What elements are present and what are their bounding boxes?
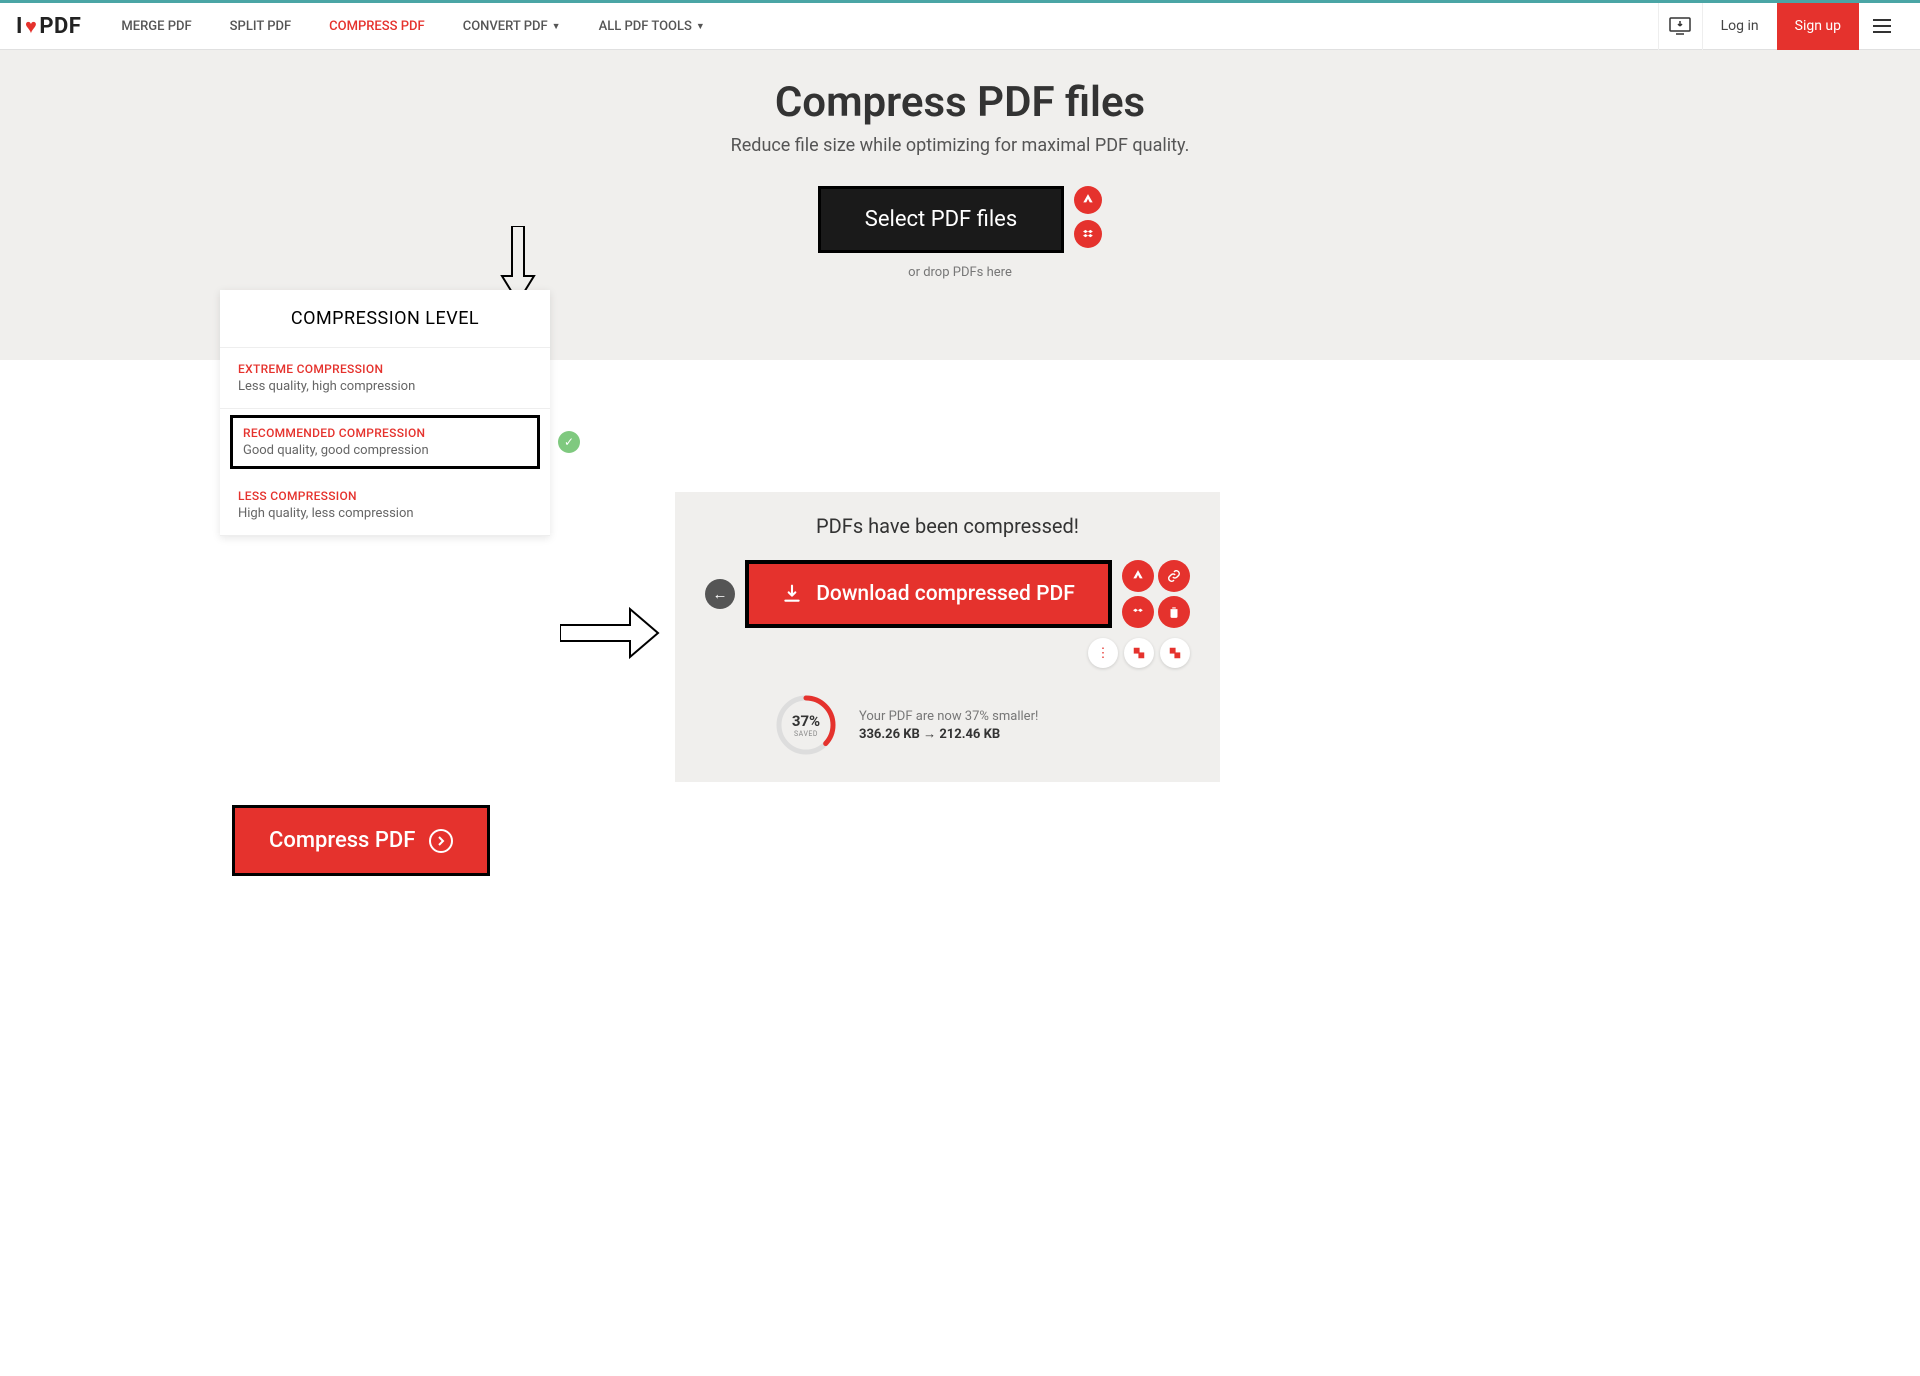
page-subtitle: Reduce file size while optimizing for ma… [0,135,1920,156]
logo-pre: I [16,14,23,39]
arrow-right-icon [560,605,660,661]
back-button[interactable]: ← [705,579,735,609]
signup-button[interactable]: Sign up [1777,3,1859,50]
option-name: EXTREME COMPRESSION [238,362,532,376]
size-before: 336.26 KB [859,727,920,742]
result-panel: PDFs have been compressed! ← Download co… [675,492,1220,782]
nav-merge[interactable]: MERGE PDF [121,19,191,34]
nav-all-tools[interactable]: ALL PDF TOOLS ▼ [599,19,705,34]
nav-convert[interactable]: CONVERT PDF ▼ [463,19,561,34]
compress-button[interactable]: Compress PDF [232,805,490,876]
compression-option-recommended[interactable]: RECOMMENDED COMPRESSION Good quality, go… [230,415,540,469]
check-icon: ✓ [558,431,580,453]
google-drive-button[interactable] [1074,186,1102,214]
arrow-circle-right-icon [429,829,453,853]
logo-post: PDF [39,14,81,39]
dropbox-button[interactable] [1074,220,1102,248]
logo[interactable]: I ♥ PDF [16,14,81,39]
hamburger-icon[interactable] [1859,3,1904,50]
size-after: 212.46 KB [939,727,1000,742]
continue-tool-1-button[interactable] [1124,638,1154,668]
desktop-download-icon[interactable] [1658,3,1703,50]
stats-sizes: 336.26 KB → 212.46 KB [859,726,1038,742]
chevron-down-icon: ▼ [696,21,705,32]
nav-compress[interactable]: COMPRESS PDF [329,19,425,34]
option-name: RECOMMENDED COMPRESSION [243,426,527,440]
option-name: LESS COMPRESSION [238,489,532,503]
page-title: Compress PDF files [0,78,1920,127]
continue-tool-2-button[interactable] [1160,638,1190,668]
compression-option-less[interactable]: LESS COMPRESSION High quality, less comp… [220,475,550,536]
nav-convert-label: CONVERT PDF [463,19,548,34]
header: I ♥ PDF MERGE PDF SPLIT PDF COMPRESS PDF… [0,3,1920,50]
option-desc: Good quality, good compression [243,443,527,458]
gauge-percent: 37% [792,712,820,730]
savings-gauge: 37% SAVED [775,694,837,756]
login-button[interactable]: Log in [1703,3,1777,50]
nav-all-label: ALL PDF TOOLS [599,19,692,34]
result-title: PDFs have been compressed! [705,514,1190,538]
nav-split[interactable]: SPLIT PDF [230,19,291,34]
option-desc: High quality, less compression [238,506,532,521]
arrow-icon: → [923,727,939,742]
drop-hint: or drop PDFs here [0,265,1920,280]
compression-panel-title: COMPRESSION LEVEL [220,290,550,348]
save-dropbox-button[interactable] [1122,596,1154,628]
delete-button[interactable] [1158,596,1190,628]
more-options-button[interactable]: ⋮ [1088,638,1118,668]
save-drive-button[interactable] [1122,560,1154,592]
download-icon [782,584,802,604]
chevron-down-icon: ▼ [552,21,561,32]
download-button[interactable]: Download compressed PDF [745,560,1112,628]
stats-smaller-text: Your PDF are now 37% smaller! [859,709,1038,724]
download-button-label: Download compressed PDF [816,582,1075,606]
compress-button-label: Compress PDF [269,828,415,853]
compression-option-extreme[interactable]: EXTREME COMPRESSION Less quality, high c… [220,348,550,409]
compression-panel: COMPRESSION LEVEL EXTREME COMPRESSION Le… [220,290,550,536]
main-nav: MERGE PDF SPLIT PDF COMPRESS PDF CONVERT… [121,19,704,34]
select-files-button[interactable]: Select PDF files [818,186,1064,253]
gauge-label: SAVED [794,730,818,738]
option-desc: Less quality, high compression [238,379,532,394]
share-link-button[interactable] [1158,560,1190,592]
heart-icon: ♥ [25,14,37,39]
